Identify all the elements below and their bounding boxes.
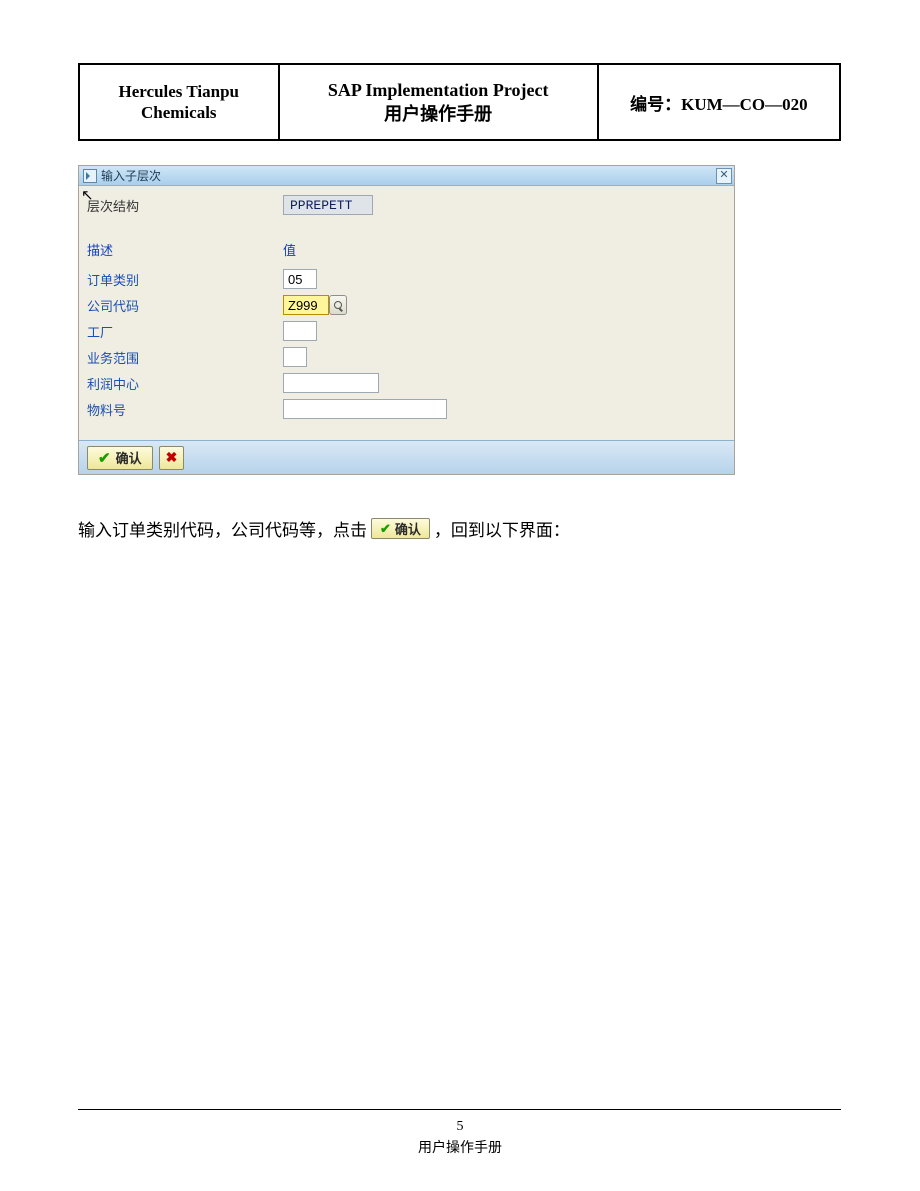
- instruction-after: ，回到以下界面：: [434, 516, 570, 541]
- docno-value: KUM—CO—020: [681, 95, 808, 114]
- row-order-type: 订单类别: [87, 266, 726, 292]
- f4-help-button[interactable]: [329, 295, 347, 315]
- doc-header-table: Hercules TianpuChemicals SAP Implementat…: [78, 63, 841, 141]
- project-cell: SAP Implementation Project 用户操作手册: [279, 64, 598, 140]
- instruction-before: 输入订单类别代码，公司代码等，点击: [78, 516, 367, 541]
- col-val: 值: [283, 240, 343, 259]
- row-company-code: 公司代码: [87, 292, 726, 318]
- row-bus-area: 业务范围: [87, 344, 726, 370]
- input-plant[interactable]: [283, 321, 317, 341]
- instruction-line: 输入订单类别代码，公司代码等，点击 ✔ 确认 ，回到以下界面：: [78, 516, 570, 541]
- row-material: 物料号: [87, 396, 726, 422]
- check-icon: ✔: [380, 521, 391, 537]
- company-name: Hercules TianpuChemicals: [119, 82, 239, 122]
- row-hierarchy: 层次结构 PPREPETT: [87, 192, 726, 218]
- value-hierarchy: PPREPETT: [283, 195, 373, 215]
- cancel-button[interactable]: ✖: [159, 446, 185, 470]
- inline-confirm-button: ✔ 确认: [371, 518, 430, 539]
- label-company-code[interactable]: 公司代码: [87, 296, 283, 315]
- sap-screenshot: 输入子层次 ✕ ↖ 层次结构 PPREPETT 描述 值 订单类别 公司代码: [78, 165, 735, 475]
- label-profit-ctr[interactable]: 利润中心: [87, 374, 283, 393]
- row-profit-ctr: 利润中心: [87, 370, 726, 396]
- input-order-type[interactable]: [283, 269, 317, 289]
- label-hierarchy: 层次结构: [87, 196, 283, 215]
- dialog-title: 输入子层次: [101, 167, 716, 184]
- sap-dialog: 输入子层次 ✕ ↖ 层次结构 PPREPETT 描述 值 订单类别 公司代码: [78, 165, 735, 475]
- company-cell: Hercules TianpuChemicals: [79, 64, 279, 140]
- label-material[interactable]: 物料号: [87, 400, 283, 419]
- project-title-line2: 用户操作手册: [281, 102, 596, 126]
- sap-footer: ✔ 确认 ✖: [79, 440, 734, 474]
- footer-rule: [78, 1109, 841, 1110]
- input-bus-area[interactable]: [283, 347, 307, 367]
- input-company-code[interactable]: [283, 295, 329, 315]
- footer-text: 用户操作手册: [0, 1137, 920, 1157]
- project-title-line1: SAP Implementation Project: [281, 78, 596, 102]
- cancel-icon: ✖: [166, 449, 178, 466]
- page-number: 5: [0, 1119, 920, 1135]
- row-plant: 工厂: [87, 318, 726, 344]
- close-button[interactable]: ✕: [716, 168, 732, 184]
- column-headers: 描述 值: [87, 236, 726, 262]
- input-material[interactable]: [283, 399, 447, 419]
- docno-cell: 编号：KUM—CO—020: [598, 64, 840, 140]
- label-order-type[interactable]: 订单类别: [87, 270, 283, 289]
- confirm-label: 确认: [116, 448, 142, 467]
- label-plant[interactable]: 工厂: [87, 322, 283, 341]
- close-icon: ✕: [719, 170, 728, 181]
- sap-titlebar: 输入子层次 ✕: [79, 166, 734, 186]
- system-menu-icon[interactable]: [83, 169, 97, 183]
- search-icon: [334, 301, 342, 309]
- check-icon: ✔: [98, 449, 111, 467]
- confirm-button[interactable]: ✔ 确认: [87, 446, 153, 470]
- inline-confirm-label: 确认: [395, 519, 421, 538]
- col-desc: 描述: [87, 240, 283, 259]
- docno-label: 编号：: [630, 95, 681, 114]
- sap-body: 层次结构 PPREPETT 描述 值 订单类别 公司代码 工厂: [79, 186, 734, 440]
- label-bus-area[interactable]: 业务范围: [87, 348, 283, 367]
- input-profit-ctr[interactable]: [283, 373, 379, 393]
